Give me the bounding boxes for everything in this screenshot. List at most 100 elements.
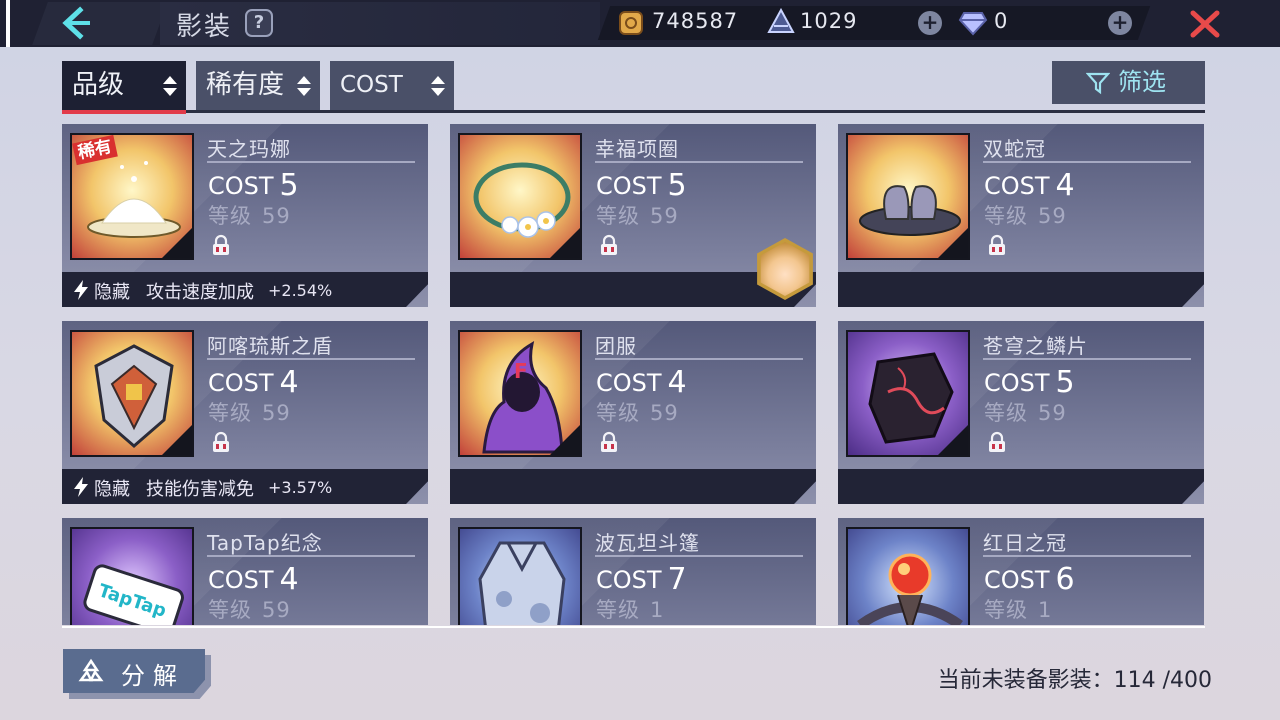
effect-value: +3.57%: [268, 478, 333, 497]
item-thumbnail: [846, 527, 970, 625]
decompose-button[interactable]: 分解: [63, 649, 205, 693]
lock-icon[interactable]: [599, 431, 619, 453]
card-footer-bar: [838, 272, 1204, 307]
gem-icon: [958, 12, 988, 36]
item-grid: 稀有 天之玛娜 COST 5 等级 59 隐藏 攻击速度加成 +2.54% 幸福…: [62, 124, 1205, 625]
stamina-amount: 1029: [800, 9, 858, 33]
cost-value: 4: [279, 365, 299, 400]
item-level: 等级 59: [208, 397, 291, 427]
item-level: 等级 59: [596, 397, 679, 427]
cost-label: COST: [984, 369, 1050, 397]
item-level: 等级 1: [984, 594, 1052, 624]
item-card[interactable]: 红日之冠 COST 6 等级 1: [838, 518, 1204, 625]
cost-label: COST: [596, 172, 662, 200]
item-card[interactable]: 幸福项圈 COST 5 等级 59: [450, 124, 816, 307]
name-divider: [207, 358, 415, 360]
sort-arrows-icon: [297, 76, 311, 96]
cost-label: COST: [208, 172, 274, 200]
add-gem-plus-icon[interactable]: +: [1108, 11, 1132, 35]
item-card[interactable]: 波瓦坦斗篷 COST 7 等级 1: [450, 518, 816, 625]
cost-label: COST: [596, 566, 662, 594]
lock-icon[interactable]: [211, 234, 231, 256]
item-card[interactable]: 阿喀琉斯之盾 COST 4 等级 59 隐藏 技能伤害减免 +3.57%: [62, 321, 428, 504]
level-label: 等级: [984, 204, 1028, 228]
hidden-effect-bar: 隐藏 技能伤害减免 +3.57%: [62, 469, 428, 504]
page-title: 影装: [176, 12, 233, 42]
level-value: 59: [650, 401, 679, 425]
item-name: 双蛇冠: [983, 137, 1046, 161]
sort-tab-grade[interactable]: 品级: [62, 61, 186, 110]
name-divider: [983, 161, 1191, 163]
lock-icon[interactable]: [211, 431, 231, 453]
gold-amount: 748587: [652, 9, 739, 33]
item-name: TapTap纪念: [207, 531, 323, 555]
name-divider: [595, 555, 803, 557]
effect-value: +2.54%: [268, 281, 333, 300]
item-level: 等级 59: [984, 397, 1067, 427]
card-footer-bar: [838, 469, 1204, 504]
back-button-bg[interactable]: [32, 2, 168, 45]
tab-divider: [62, 110, 1205, 113]
close-icon[interactable]: [1190, 9, 1220, 39]
filter-label: 筛选: [1118, 68, 1166, 96]
cost-label: COST: [984, 172, 1050, 200]
lightning-icon: [74, 477, 88, 497]
item-card[interactable]: TapTap TapTap纪念 COST 4 等级 59: [62, 518, 428, 625]
flower-wreath-icon: [473, 162, 571, 238]
level-value: 59: [262, 204, 291, 228]
item-card[interactable]: F 团服 COST 4 等级 59: [450, 321, 816, 504]
help-icon[interactable]: ?: [245, 9, 273, 37]
item-name: 苍穹之鳞片: [983, 334, 1088, 358]
gem-amount: 0: [994, 9, 1009, 33]
funnel-icon: [1086, 72, 1110, 95]
name-divider: [595, 161, 803, 163]
add-stamina-plus-icon[interactable]: +: [918, 11, 942, 35]
item-level: 等级 59: [984, 200, 1067, 230]
filter-button[interactable]: 筛选: [1052, 61, 1205, 104]
active-tab-underline: [62, 110, 186, 114]
item-card[interactable]: 稀有 天之玛娜 COST 5 等级 59 隐藏 攻击速度加成 +2.54%: [62, 124, 428, 307]
item-card[interactable]: 双蛇冠 COST 4 等级 59: [838, 124, 1204, 307]
item-thumbnail: [846, 133, 970, 260]
item-card[interactable]: 苍穹之鳞片 COST 5 等级 59: [838, 321, 1204, 504]
hidden-label: 隐藏: [94, 479, 130, 500]
level-value: 59: [1038, 401, 1067, 425]
item-thumbnail: [458, 133, 582, 260]
item-level: 等级 59: [208, 594, 291, 624]
level-label: 等级: [208, 598, 252, 622]
sort-tab-rarity[interactable]: 稀有度: [196, 61, 320, 110]
lock-icon[interactable]: [987, 431, 1007, 453]
scale-icon: [868, 352, 954, 444]
back-arrow-icon[interactable]: [56, 6, 92, 40]
stamina-crystal-icon: [767, 8, 795, 33]
cost-label: COST: [984, 566, 1050, 594]
cost-value: 4: [1055, 168, 1075, 203]
item-cost: COST 5: [596, 168, 687, 203]
serpent-crown-icon: [859, 185, 961, 236]
name-divider: [207, 555, 415, 557]
item-cost: COST 4: [984, 168, 1075, 203]
effect-name: 攻击速度加成: [146, 282, 254, 303]
item-thumbnail: F: [458, 330, 582, 457]
lock-icon[interactable]: [987, 234, 1007, 256]
cost-value: 5: [279, 168, 299, 203]
item-level: 等级 1: [596, 594, 664, 624]
level-label: 等级: [208, 401, 252, 425]
level-value: 59: [650, 204, 679, 228]
level-value: 1: [650, 598, 665, 622]
hero-face: [760, 242, 810, 296]
item-level: 等级 59: [596, 200, 679, 230]
recycle-icon: [78, 658, 104, 682]
name-divider: [595, 358, 803, 360]
level-value: 1: [1038, 598, 1053, 622]
sort-tab-cost[interactable]: COST: [330, 61, 454, 110]
lock-icon[interactable]: [599, 234, 619, 256]
cost-label: COST: [208, 369, 274, 397]
level-value: 59: [262, 401, 291, 425]
hidden-label: 隐藏: [94, 282, 130, 303]
item-thumbnail: [846, 330, 970, 457]
card-footer-bar: [450, 469, 816, 504]
level-label: 等级: [208, 204, 252, 228]
item-cost: COST 7: [596, 562, 687, 597]
item-cost: COST 4: [208, 562, 299, 597]
